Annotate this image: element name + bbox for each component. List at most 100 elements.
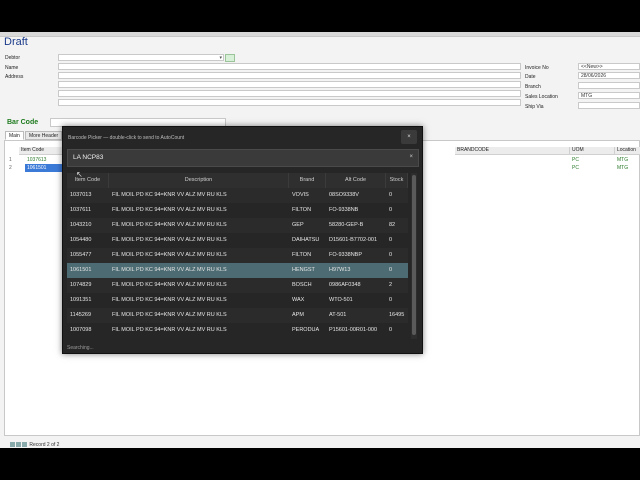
cell-brand: FILTON: [292, 207, 312, 213]
cell-item-code: 1037013: [70, 192, 92, 198]
table-row[interactable]: 1091351 FIL MOIL PD KC 94=KNR VV ALZ MV R…: [67, 293, 408, 308]
barcode-label: Bar Code: [7, 119, 39, 126]
cell-brand: BOSCH: [292, 282, 312, 288]
row-number: 1: [9, 157, 12, 163]
cell-item-code: 1043210: [70, 222, 92, 228]
debtor-field[interactable]: ▾: [58, 54, 224, 61]
date-field[interactable]: 28/06/2026: [578, 72, 640, 79]
cell-stock: 16495: [389, 312, 405, 318]
next-record-icon[interactable]: [22, 442, 27, 448]
invoice-no-field[interactable]: <<New>>: [578, 63, 640, 70]
column-header-item-code[interactable]: Item Code: [67, 173, 109, 188]
cell-alt-code: P15601-00R01-000: [329, 327, 378, 333]
cell-stock: 0: [389, 237, 393, 243]
cell-item-code: 1074829: [70, 282, 92, 288]
table-row-location[interactable]: MTG: [615, 156, 628, 164]
address-label: Address: [5, 74, 24, 80]
cell-alt-code: D15601-B7702-001: [329, 237, 378, 243]
cell-brand: HENGST: [292, 267, 315, 273]
first-record-icon[interactable]: [10, 442, 15, 448]
mouse-cursor-icon: ↖: [76, 170, 83, 179]
column-header-stock[interactable]: Stock: [386, 173, 408, 188]
table-row[interactable]: 1054480 FIL MOIL PD KC 94=KNR VV ALZ MV R…: [67, 233, 408, 248]
name-field[interactable]: [58, 63, 521, 70]
scrollbar-thumb[interactable]: [412, 175, 416, 335]
cell-description: FIL MOIL PD KC 94=KNR VV ALZ MV RU KLS: [112, 267, 227, 273]
column-header-description[interactable]: Description: [109, 173, 289, 188]
cell-description: FIL MOIL PD KC 94=KNR VV ALZ MV RU KLS: [112, 237, 227, 243]
column-header-location[interactable]: Location: [615, 147, 640, 155]
cell-description: FIL MOIL PD KC 94=KNR VV ALZ MV RU KLS: [112, 192, 227, 198]
branch-field[interactable]: [578, 82, 640, 89]
cell-item-code: 1007098: [70, 327, 92, 333]
cell-brand: GEP: [292, 222, 304, 228]
clear-search-icon[interactable]: ×: [409, 154, 413, 160]
cell-stock: 0: [389, 267, 393, 273]
cell-description: FIL MOIL PD KC 94=KNR VV ALZ MV RU KLS: [112, 222, 227, 228]
column-header-brand[interactable]: Brand: [289, 173, 326, 188]
cell-alt-code: AT-501: [329, 312, 347, 318]
table-row[interactable]: 1007098 FIL MOIL PD KC 94=KNR VV ALZ MV R…: [67, 323, 408, 338]
cell-alt-code: 08SO9338V: [329, 192, 359, 198]
cell-stock: 0: [389, 192, 393, 198]
cell-alt-code: 58280-GEP-B: [329, 222, 364, 228]
table-row-uom[interactable]: PC: [570, 164, 579, 172]
table-row[interactable]: 1074829 FIL MOIL PD KC 94=KNR VV ALZ MV R…: [67, 278, 408, 293]
cell-description: FIL MOIL PD KC 94=KNR VV ALZ MV RU KLS: [112, 297, 227, 303]
address-line-3[interactable]: [58, 90, 521, 97]
tab-main[interactable]: Main: [5, 131, 24, 140]
cell-alt-code: H97W13: [329, 267, 351, 273]
sales-location-field[interactable]: MTG: [578, 92, 640, 99]
cell-description: FIL MOIL PD KC 94=KNR VV ALZ MV RU KLS: [112, 207, 227, 213]
table-row[interactable]: 1145269 FIL MOIL PD KC 94=KNR VV ALZ MV R…: [67, 308, 408, 323]
search-input[interactable]: LA NCP83 ×: [67, 149, 419, 167]
cell-alt-code: FO-9338NB: [329, 207, 359, 213]
column-header-alt-code[interactable]: Alt Code: [326, 173, 386, 188]
cell-description: FIL MOIL PD KC 94=KNR VV ALZ MV RU KLS: [112, 282, 227, 288]
address-line-2[interactable]: [58, 81, 521, 88]
search-icon[interactable]: [225, 54, 235, 62]
branch-label: Branch: [525, 84, 541, 90]
cell-alt-code: 0986AF0348: [329, 282, 361, 288]
cell-description: FIL MOIL PD KC 94=KNR VV ALZ MV RU KLS: [112, 327, 227, 333]
cell-brand: FILTON: [292, 252, 312, 258]
column-header-brandcode[interactable]: BRANDCODE: [455, 147, 570, 155]
cell-brand: PERODUA: [292, 327, 320, 333]
row-number: 2: [9, 165, 12, 171]
table-row-item-code[interactable]: 1061501: [25, 164, 63, 172]
results-table-header: Item Code Description Brand Alt Code Sto…: [67, 173, 408, 188]
address-line-4[interactable]: [58, 99, 521, 106]
cell-alt-code: WTO-501: [329, 297, 353, 303]
page-title: Draft: [4, 36, 28, 48]
prev-record-icon[interactable]: [16, 442, 21, 448]
status-text: Searching...: [67, 345, 94, 351]
cell-stock: 0: [389, 327, 393, 333]
table-row[interactable]: 1061501 FIL MOIL PD KC 94=KNR VV ALZ MV R…: [67, 263, 408, 278]
table-row[interactable]: 1043210 FIL MOIL PD KC 94=KNR VV ALZ MV R…: [67, 218, 408, 233]
cell-item-code: 1061501: [70, 267, 92, 273]
results-table-body: 1037013 FIL MOIL PD KC 94=KNR VV ALZ MV R…: [67, 188, 408, 340]
cell-item-code: 1055477: [70, 252, 92, 258]
debtor-label: Debtor: [5, 55, 21, 61]
cell-alt-code: FO-9338NBP: [329, 252, 363, 258]
cell-stock: 0: [389, 207, 393, 213]
table-row[interactable]: 1055477 FIL MOIL PD KC 94=KNR VV ALZ MV R…: [67, 248, 408, 263]
record-navigator: Record 2 of 2: [10, 442, 59, 448]
chevron-down-icon[interactable]: ▾: [219, 55, 222, 61]
close-button[interactable]: ×: [401, 130, 417, 144]
cell-stock: 2: [389, 282, 393, 288]
cell-brand: APM: [292, 312, 304, 318]
tab-more-header[interactable]: More Header: [25, 131, 63, 140]
cell-description: FIL MOIL PD KC 94=KNR VV ALZ MV RU KLS: [112, 252, 227, 258]
address-line-1[interactable]: [58, 72, 521, 79]
table-row-uom[interactable]: PC: [570, 156, 579, 164]
table-row[interactable]: 1037013 FIL MOIL PD KC 94=KNR VV ALZ MV R…: [67, 188, 408, 203]
table-row-location[interactable]: MTG: [615, 164, 628, 172]
ship-via-field[interactable]: [578, 102, 640, 109]
column-header-uom[interactable]: UOM: [570, 147, 615, 155]
toolbar-strip: [0, 32, 640, 37]
table-row[interactable]: 1037611 FIL MOIL PD KC 94=KNR VV ALZ MV R…: [67, 203, 408, 218]
table-row-item-code[interactable]: 1037613: [25, 156, 46, 164]
record-count: Record 2 of 2: [29, 442, 60, 448]
results-scrollbar[interactable]: [411, 173, 417, 339]
